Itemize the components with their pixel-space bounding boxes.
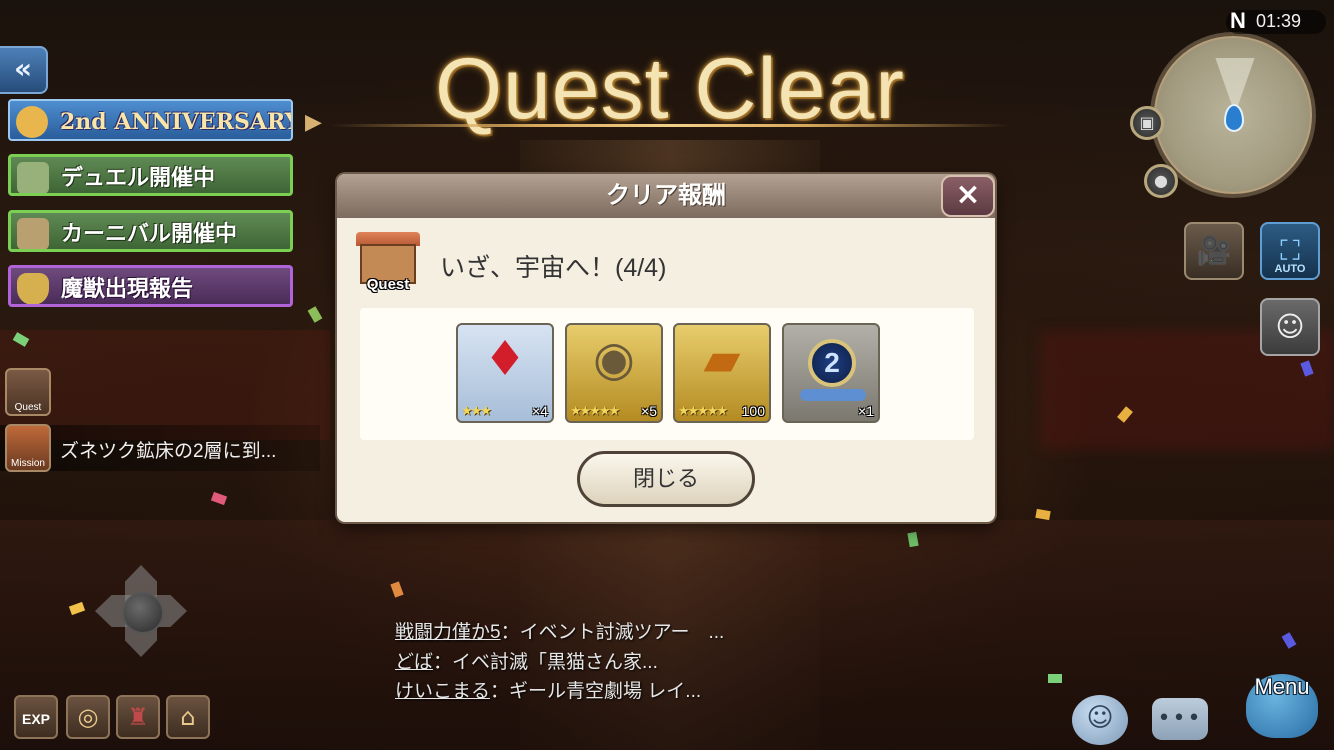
- rank-medal-icon: 2: [808, 339, 856, 387]
- exp-button[interactable]: EXP: [14, 695, 58, 739]
- reward-count: 100: [741, 403, 765, 419]
- banner-2nd-anniversary[interactable]: 2nd ANNIVERSARY: [8, 99, 293, 141]
- chat-line: どば：イベ討滅「黒猫さん家...: [395, 647, 658, 674]
- boots-icon: ♜: [127, 703, 149, 731]
- quest-icon: Quest: [356, 232, 420, 296]
- compass-button[interactable]: ◎: [66, 695, 110, 739]
- quest-name: いざ、宇宙へ！(4/4): [440, 254, 667, 282]
- chevron-right-icon: ▶: [305, 110, 322, 135]
- reward-stars: ★★★★★: [678, 404, 728, 419]
- gate-icon: ⌂: [180, 703, 196, 731]
- quest-icon-label: Quest: [366, 276, 410, 293]
- banner-label: カーニバル開催中: [61, 221, 238, 246]
- party-button[interactable]: ☺: [1260, 298, 1320, 356]
- mission-side-button[interactable]: Mission: [5, 424, 51, 472]
- chat-line: けいこまる：ギール青空劇場 レイ...: [395, 676, 701, 703]
- chat-button[interactable]: •••: [1152, 698, 1208, 740]
- movement-dpad[interactable]: [95, 565, 187, 657]
- menu-button[interactable]: Menu: [1236, 660, 1328, 746]
- title-underline: [330, 124, 1010, 127]
- camera-icon: 🎥: [1196, 234, 1232, 267]
- character-icon: ●: [1154, 171, 1168, 190]
- banner-label: デュエル開催中: [61, 165, 216, 190]
- mission-text: ズネツク鉱床の2層に到...: [60, 441, 277, 462]
- confetti: [210, 491, 228, 506]
- reward-item-gold-pouch[interactable]: ◉ ★★★★★ ×5: [565, 323, 663, 423]
- anniversary-icon: [16, 106, 48, 138]
- chat-sender[interactable]: どば: [395, 652, 433, 673]
- camera-button[interactable]: 🎥: [1184, 222, 1244, 280]
- reward-count: ×5: [641, 403, 657, 419]
- chat-sender[interactable]: けいこまる: [395, 681, 490, 702]
- map-icon: ▣: [1139, 113, 1155, 132]
- quest-side-button[interactable]: Quest: [5, 368, 51, 416]
- reward-panel: [360, 308, 974, 440]
- reward-item-gold-bars[interactable]: ▰ ★★★★★ 100: [673, 323, 771, 423]
- chat-sender[interactable]: 戦闘力僅か5: [395, 622, 501, 643]
- dialog-close-icon-button[interactable]: ×: [941, 175, 995, 217]
- minimap-zoom-button[interactable]: ●: [1144, 164, 1178, 198]
- carnival-icon: [17, 218, 49, 249]
- menu-label: Menu: [1254, 674, 1310, 699]
- reward-count: ×1: [858, 403, 874, 419]
- chat-message: ：ギール青空劇場 レイ...: [490, 681, 702, 702]
- quest-timer: 01:39: [1256, 11, 1302, 31]
- party-icon: ☺: [1275, 310, 1305, 343]
- chat-message: ：イベント討滅ツアー ...: [500, 622, 725, 643]
- banner-carnival[interactable]: カーニバル開催中: [8, 210, 293, 252]
- reward-stars: ★★★★★: [570, 404, 620, 419]
- compass-north-label: N: [1230, 8, 1246, 33]
- banner-label: 2nd ANNIVERSARY: [60, 109, 293, 135]
- banner-duel[interactable]: デュエル開催中: [8, 154, 293, 196]
- compass-icon: ◎: [77, 703, 99, 731]
- reward-item-rank-medal[interactable]: 2 ×1: [782, 323, 880, 423]
- confetti: [307, 306, 323, 323]
- confetti: [1035, 508, 1051, 521]
- pouch-icon: ◉: [593, 331, 635, 387]
- smiley-icon: ☺: [1086, 703, 1114, 733]
- auto-button[interactable]: ⛶ AUTO: [1260, 222, 1320, 280]
- chat-bubble-icon: •••: [1157, 706, 1203, 731]
- exp-label: EXP: [21, 711, 50, 727]
- beast-icon: [17, 273, 49, 304]
- quest-side-label: Quest: [14, 402, 42, 413]
- reward-stars: ★★★: [461, 404, 492, 419]
- banner-label: 魔獣出現報告: [61, 276, 194, 301]
- medal-ribbon: [800, 389, 866, 401]
- banner-beast-report[interactable]: 魔獣出現報告: [8, 265, 293, 307]
- dpad-knob[interactable]: [122, 592, 164, 634]
- back-button[interactable]: «: [0, 46, 48, 94]
- auto-label: AUTO: [1274, 263, 1306, 275]
- chat-line: 戦闘力僅か5：イベント討滅ツアー ...: [395, 617, 724, 644]
- close-button[interactable]: 閉じる: [577, 451, 755, 507]
- duel-icon: [17, 162, 49, 193]
- minimap-map-button[interactable]: ▣: [1130, 106, 1164, 140]
- reward-count: ×4: [532, 403, 548, 419]
- gold-bars-icon: ▰: [703, 331, 741, 387]
- player-marker-icon: [1224, 104, 1244, 132]
- emote-button[interactable]: ☺: [1072, 695, 1128, 745]
- mission-side-label: Mission: [11, 458, 45, 469]
- reward-item-red-crystal[interactable]: ♦ ★★★ ×4: [456, 323, 554, 423]
- chat-message: ：イベ討滅「黒猫さん家...: [433, 652, 658, 673]
- boots-button[interactable]: ♜: [116, 695, 160, 739]
- confetti: [1048, 674, 1062, 683]
- dialog-title: クリア報酬: [606, 182, 726, 209]
- red-crystal-icon: ♦: [483, 331, 527, 387]
- gate-button[interactable]: ⌂: [166, 695, 210, 739]
